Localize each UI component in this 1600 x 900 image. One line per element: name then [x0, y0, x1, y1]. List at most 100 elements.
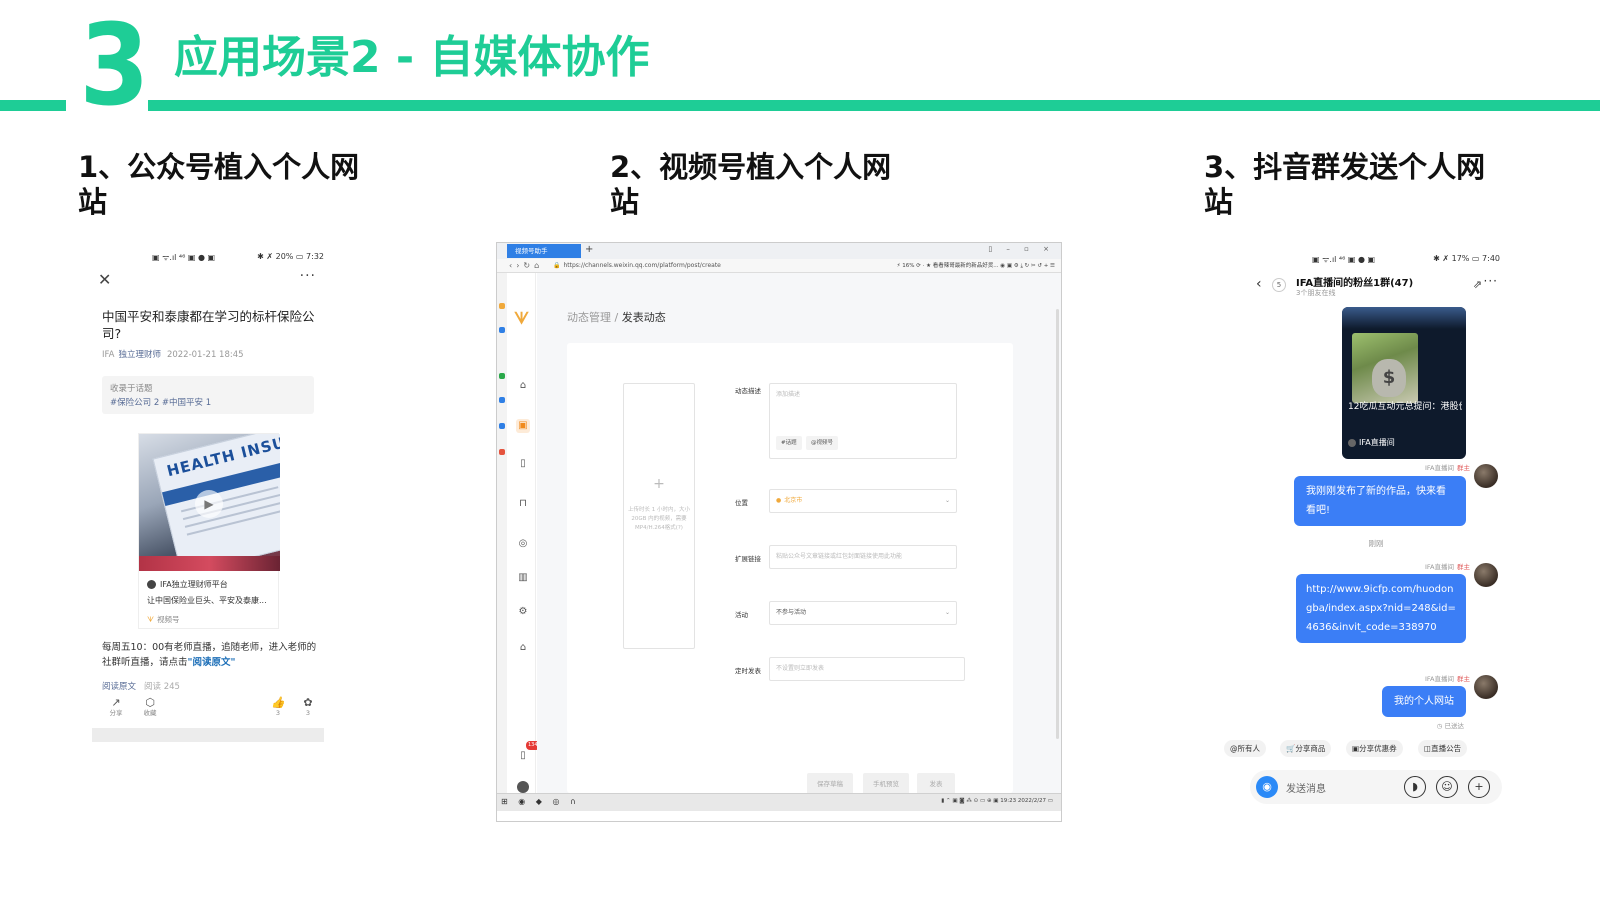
mention-all-button[interactable]: @所有人: [1224, 740, 1266, 757]
shared-video-card[interactable]: $ 12吃瓜互动元总提问：港股价值股今年... IFA直播间: [1342, 307, 1466, 459]
target-icon[interactable]: ◎: [516, 537, 530, 551]
app-dot-icon[interactable]: [499, 373, 505, 379]
screenshot-footer-strip: [92, 728, 324, 742]
share-button[interactable]: ↗ 分享: [106, 696, 126, 718]
mention-chip[interactable]: @视频号: [806, 436, 839, 450]
window-controls[interactable]: ▯ – ▫ ×: [988, 245, 1055, 253]
link-field[interactable]: 粘贴公众号文章链接或红包封面链接使用此功能: [769, 545, 957, 569]
like-button[interactable]: 👍 3: [268, 696, 288, 718]
play-icon[interactable]: ▶: [195, 490, 223, 518]
sender-role-tag: 群主: [1457, 464, 1470, 472]
topic-chip[interactable]: #话题: [776, 436, 802, 450]
thumbs-up-icon: 👍: [271, 696, 285, 709]
activity-select[interactable]: 不参与活动 ⌄: [769, 601, 957, 625]
wow-button[interactable]: ✿ 3: [298, 696, 318, 718]
activity-value: 不参与活动: [776, 609, 807, 616]
sender-role-tag: 群主: [1457, 675, 1470, 683]
browser-tab[interactable]: 视频号助手: [507, 244, 581, 258]
description-field[interactable]: 添加描述 #话题 @视频号: [769, 383, 957, 459]
topic-tags[interactable]: #保险公司 2 #中国平安 1: [110, 396, 306, 410]
schedule-field[interactable]: 不设置则立即发表: [769, 657, 965, 681]
message-bubble[interactable]: 我的个人网站: [1382, 686, 1466, 717]
video-upload-area[interactable]: + 上传时长 1 小时内，大小 20GB 内的视频，需要MP4/H.264格式(…: [623, 383, 695, 649]
share-coupon-button[interactable]: ▣分享优惠券: [1346, 740, 1403, 757]
group-name[interactable]: IFA直播间的粉丝1群(47): [1296, 274, 1413, 289]
save-draft-button[interactable]: 保存草稿: [807, 773, 853, 795]
emoji-icon[interactable]: ☺: [1436, 776, 1458, 798]
lock-icon[interactable]: ⌂: [516, 641, 530, 655]
share-label: 分享: [109, 709, 123, 717]
schedule-label: 定时发表: [735, 667, 761, 675]
content-icon[interactable]: ▣: [516, 419, 530, 433]
app-dot-icon[interactable]: [499, 397, 505, 403]
source-avatar: [1348, 438, 1356, 447]
channels-logo-icon: ᗐ: [514, 309, 530, 328]
wow-count: 3: [305, 709, 311, 717]
read-original-row: 阅读原文 阅读 245: [102, 680, 180, 692]
breadcrumb-separator: /: [611, 311, 622, 324]
wechat-article-screenshot: ▣ ᯤ.ıl ⁴⁶ ▣ ● ▣ ✱ ✗ 20% ▭ 7:32 ✕ ··· 中国平…: [92, 250, 324, 758]
document-icon[interactable]: ▯: [516, 457, 530, 471]
avatar[interactable]: [1474, 563, 1498, 587]
camera-icon[interactable]: ◉: [1256, 776, 1278, 798]
share-group-icon[interactable]: ⇗: [1473, 278, 1482, 291]
browser-tab-bar: 视频号助手 + ▯ – ▫ ×: [497, 243, 1061, 259]
chevron-down-icon: ⌄: [944, 497, 950, 504]
status-right: ✱ ✗ 17% ▭ 7:40: [1433, 254, 1500, 263]
settings-icon[interactable]: ⚙: [516, 605, 530, 619]
message-sender: IFA直播间 群主: [1425, 462, 1470, 472]
live-notice-button[interactable]: ◫直播公告: [1418, 740, 1468, 757]
breadcrumb-parent[interactable]: 动态管理: [567, 311, 611, 324]
message-input-bar: ◉ 发送消息 ◗ ☺ +: [1250, 770, 1502, 804]
read-original-inline-link[interactable]: "阅读原文": [188, 657, 236, 668]
app-dot-icon[interactable]: [499, 327, 505, 333]
read-original-link[interactable]: 阅读原文: [102, 682, 136, 692]
nav-buttons[interactable]: ‹›↻⌂: [509, 259, 543, 273]
share-product-button[interactable]: 🛒分享商品: [1280, 740, 1332, 757]
avatar[interactable]: [1474, 675, 1498, 699]
home-icon[interactable]: ⌂: [516, 379, 530, 393]
favorite-label: 收藏: [143, 709, 157, 717]
more-icon[interactable]: ···: [300, 268, 316, 284]
message-bubble[interactable]: 我刚刚发布了新的作品，快来看看吧!: [1294, 476, 1466, 526]
section-heading-wechat-article: 1、公众号植入个人网 站: [78, 150, 359, 220]
url-field[interactable]: 🔒 https://channels.weixin.qq.com/platform…: [553, 261, 721, 271]
app-dot-icon[interactable]: [499, 303, 505, 309]
phone-preview-button[interactable]: 手机预览: [863, 773, 909, 795]
status-right: ✱ ✗ 20% ▭ 7:32: [257, 252, 324, 261]
video-embed-card[interactable]: HEALTH INSURANCE ▶ IFA独立理财师平台 让中国保险业巨头、平…: [138, 433, 280, 629]
browser-toolbar-icons[interactable]: ⚡ 16% ⟳ · ★ 看看辣哥最新的新品好货... ◉ ▣ ⚙ ⤓ ↻ ✂ ↺…: [897, 261, 1055, 271]
section-heading-douyin-group: 3、抖音群发送个人网 站: [1204, 150, 1485, 220]
chart-icon[interactable]: ▥: [516, 571, 530, 585]
channel-name: 视频号: [157, 615, 180, 624]
publish-button[interactable]: 发表: [917, 773, 955, 795]
scrollbar[interactable]: [1056, 309, 1059, 739]
app-dot-icon[interactable]: [499, 449, 505, 455]
avatar[interactable]: [517, 781, 529, 793]
article-meta: IFA 独立理财师 2022-01-21 18:45: [102, 348, 244, 360]
add-icon[interactable]: +: [1468, 776, 1490, 798]
website-link-message[interactable]: http://www.9icfp.com/huodongba/index.asp…: [1296, 574, 1466, 643]
taskbar-app-icons[interactable]: ⊞ ◉ ◆ ◎ ∩: [501, 797, 580, 806]
message-input[interactable]: 发送消息: [1286, 780, 1326, 795]
article-action-bar: ↗ 分享 ⬡ 收藏 👍 3 ✿ 3: [102, 696, 314, 724]
more-icon[interactable]: ···: [1484, 274, 1498, 288]
creator-sidebar: ᗐ ⌂ ▣ ▯ ⊓ ◎ ▥ ⚙ ⌂ ▯ 134: [508, 273, 540, 793]
voice-icon[interactable]: ◗: [1404, 776, 1426, 798]
location-select[interactable]: ● 北京市 ⌄: [769, 489, 957, 513]
video-author: IFA独立理财师平台: [147, 579, 228, 590]
avatar[interactable]: [1474, 464, 1498, 488]
section-heading-line2: 站: [610, 185, 640, 219]
notification-icon[interactable]: ▯: [516, 749, 530, 763]
favorite-icon: ⬡: [145, 696, 155, 709]
bag-icon[interactable]: ⊓: [516, 497, 530, 511]
new-tab-icon[interactable]: +: [585, 244, 593, 255]
system-tray[interactable]: ▮ ⌃ ▣ ◙ ⁂ ⊙ ▭ ⊕ ▣ 19:23 2022/2/27 ▭: [941, 798, 1053, 804]
back-icon[interactable]: ‹: [1256, 276, 1262, 292]
topic-box[interactable]: 收录于话题 #保险公司 2 #中国平安 1: [102, 376, 314, 414]
favorite-button[interactable]: ⬡ 收藏: [140, 696, 160, 718]
delivered-status: ◷ 已送达: [1436, 722, 1464, 730]
article-source-link[interactable]: 独立理财师: [118, 350, 161, 360]
close-icon[interactable]: ✕: [98, 270, 111, 289]
app-dot-icon[interactable]: [499, 423, 505, 429]
